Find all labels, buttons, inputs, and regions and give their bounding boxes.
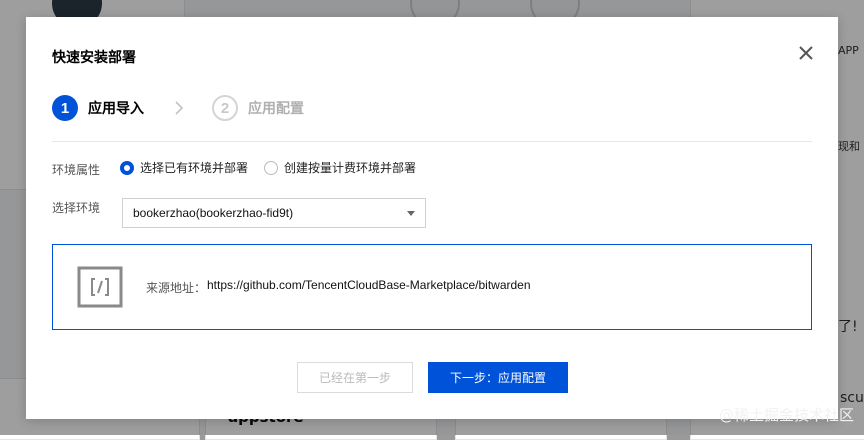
source-info-box: 来源地址： https://github.com/TencentCloudBas… — [52, 244, 812, 330]
caret-down-icon — [407, 211, 415, 216]
radio-checked-icon — [120, 160, 134, 175]
steps-bar: 1 应用导入 2 应用配置 — [52, 93, 304, 123]
radio-create-env-label: 创建按量计费环境并部署 — [284, 161, 417, 175]
source-label: 来源地址： — [146, 281, 207, 295]
env-select[interactable]: bookerzhao(bookerzhao-fid9t) — [122, 198, 426, 228]
radio-create-env[interactable]: 创建按量计费环境并部署 — [264, 159, 416, 176]
env-select-value: bookerzhao(bookerzhao-fid9t) — [133, 206, 294, 220]
install-deploy-dialog: 快速安装部署 1 应用导入 2 应用配置 环境属性 选择已有环境并部署 创建按量… — [26, 17, 838, 419]
step-label-2: 应用配置 — [248, 101, 304, 117]
previous-step-button[interactable]: 已经在第一步 — [297, 362, 413, 393]
env-select-label: 选择环境 — [52, 201, 101, 215]
radio-existing-env-label: 选择已有环境并部署 — [140, 161, 249, 175]
env-attribute-radio-group: 选择已有环境并部署 创建按量计费环境并部署 — [120, 159, 432, 176]
close-icon — [799, 46, 813, 60]
next-step-button[interactable]: 下一步：应用配置 — [428, 362, 568, 393]
radio-unchecked-icon — [264, 160, 279, 175]
close-button[interactable] — [798, 45, 814, 61]
step-number-1: 1 — [52, 95, 78, 121]
step-label-1: 应用导入 — [88, 101, 144, 117]
chevron-right-icon — [175, 101, 184, 115]
env-attribute-label: 环境属性 — [52, 163, 101, 177]
dialog-title: 快速安装部署 — [52, 50, 136, 66]
watermark: @稀土掘金技术社区 — [718, 406, 854, 424]
steps-divider — [52, 141, 812, 142]
code-bracket-icon — [77, 266, 123, 308]
source-url: https://github.com/TencentCloudBase-Mark… — [207, 278, 531, 292]
radio-existing-env[interactable]: 选择已有环境并部署 — [120, 159, 248, 176]
step-number-2: 2 — [212, 95, 238, 121]
